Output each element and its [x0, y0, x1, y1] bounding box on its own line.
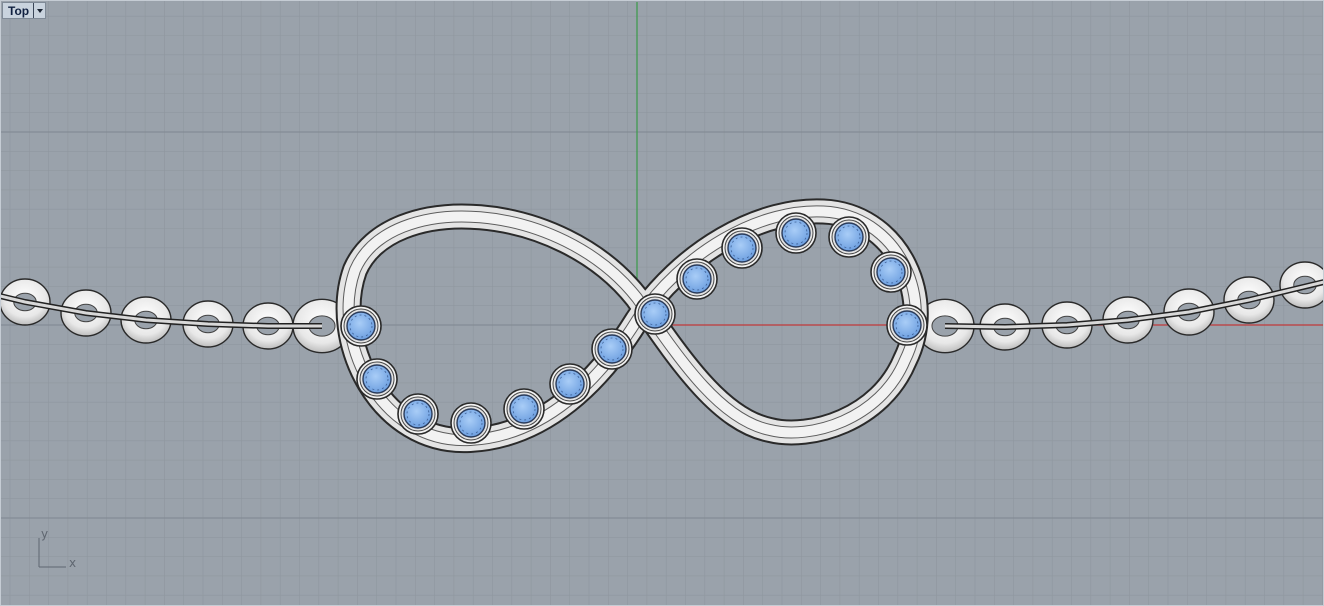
viewport-canvas[interactable]: [0, 0, 1324, 606]
gem: [591, 328, 633, 370]
gem: [676, 258, 718, 300]
chevron-down-icon[interactable]: [33, 3, 45, 18]
gem: [356, 358, 398, 400]
gem: [397, 393, 439, 435]
axis-widget: y x: [36, 527, 77, 572]
gem: [450, 402, 492, 444]
gem: [549, 363, 591, 405]
gem: [828, 216, 870, 258]
viewport-tab[interactable]: Top: [2, 2, 47, 19]
axis-x-label: x: [69, 556, 77, 570]
axis-y-label: y: [41, 527, 49, 541]
gem: [886, 304, 928, 346]
gem: [721, 227, 763, 269]
viewport-title[interactable]: Top: [3, 3, 33, 18]
gem: [634, 293, 676, 335]
gem: [870, 251, 912, 293]
gem: [775, 212, 817, 254]
gem: [340, 305, 382, 347]
gem: [503, 388, 545, 430]
top-viewport[interactable]: Top y x: [0, 0, 1324, 606]
